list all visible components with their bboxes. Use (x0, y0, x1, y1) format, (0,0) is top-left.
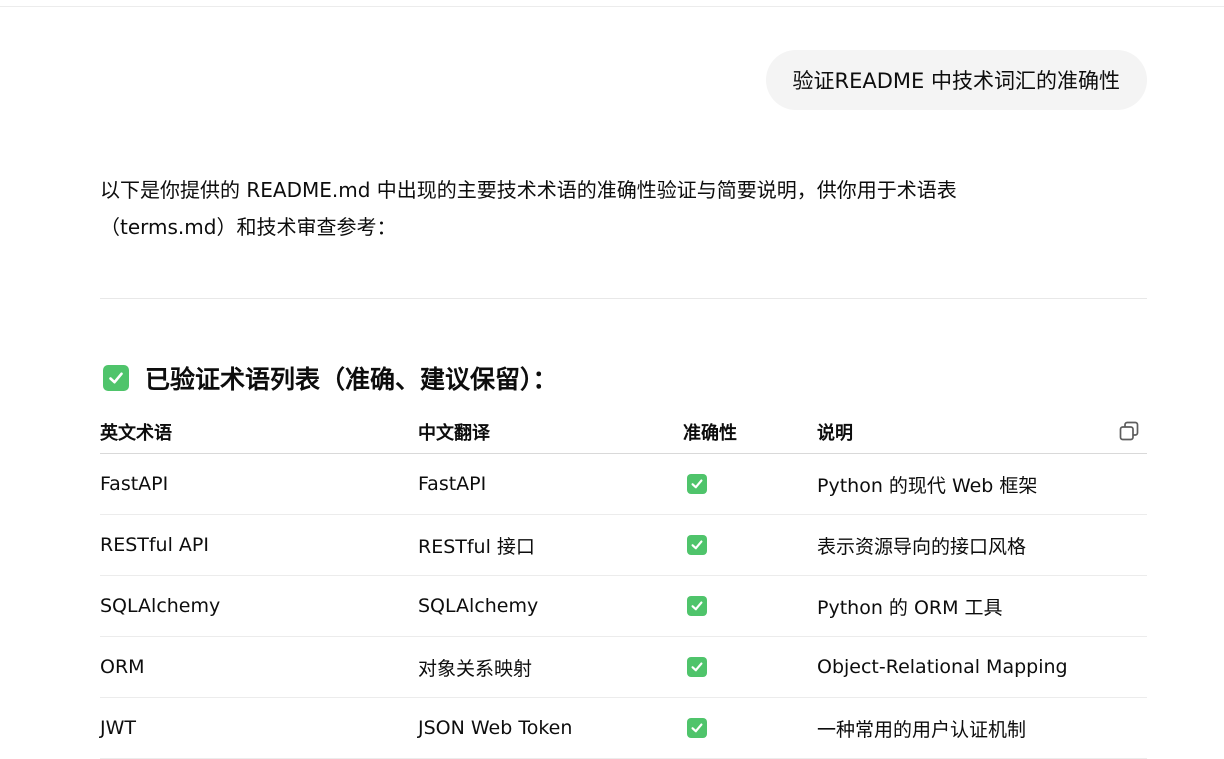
cell-term: JWT (100, 717, 136, 739)
terms-table: 英文术语 中文翻译 准确性 说明 FastAPI FastAPI Python … (100, 410, 1147, 759)
top-divider (0, 6, 1224, 7)
header-english-term: 英文术语 (100, 422, 172, 444)
section-heading: 已验证术语列表（准确、建议保留）： (103, 360, 558, 396)
cell-accuracy (683, 698, 707, 758)
table-header-row: 英文术语 中文翻译 准确性 说明 (100, 410, 1147, 454)
cell-description: 一种常用的用户认证机制 (817, 718, 1027, 741)
user-message-text: 验证README 中技术词汇的准确性 (792, 69, 1120, 93)
cell-accuracy (683, 637, 707, 697)
table-row: ORM 对象关系映射 Object-Relational Mapping (100, 637, 1147, 698)
copy-icon[interactable] (1117, 419, 1141, 443)
table-row: JWT JSON Web Token 一种常用的用户认证机制 (100, 698, 1147, 759)
cell-accuracy (683, 454, 707, 514)
cell-description: Python 的 ORM 工具 (817, 596, 1003, 619)
cell-term: RESTful API (100, 534, 209, 556)
cell-translation: 对象关系映射 (418, 657, 533, 680)
header-description: 说明 (817, 422, 853, 444)
assistant-intro-text: 以下是你提供的 README.md 中出现的主要技术术语的准确性验证与简要说明，… (100, 178, 957, 239)
cell-accuracy (683, 515, 707, 575)
table-row: RESTful API RESTful 接口 表示资源导向的接口风格 (100, 515, 1147, 576)
cell-description: Python 的现代 Web 框架 (817, 474, 1038, 497)
cell-term: FastAPI (100, 473, 169, 495)
check-mark-icon (687, 474, 707, 494)
section-title: 已验证术语列表（准确、建议保留）： (145, 365, 558, 394)
check-mark-icon (687, 718, 707, 738)
cell-accuracy (683, 576, 707, 636)
header-accuracy: 准确性 (683, 422, 737, 444)
check-mark-icon (687, 596, 707, 616)
cell-translation: FastAPI (418, 473, 487, 495)
table-row: SQLAlchemy SQLAlchemy Python 的 ORM 工具 (100, 576, 1147, 637)
cell-translation: JSON Web Token (418, 717, 573, 739)
check-mark-icon (687, 535, 707, 555)
user-message-bubble: 验证README 中技术词汇的准确性 (765, 50, 1147, 110)
table-row: FastAPI FastAPI Python 的现代 Web 框架 (100, 454, 1147, 515)
header-chinese-translation: 中文翻译 (418, 422, 490, 444)
check-mark-icon (687, 657, 707, 677)
cell-translation: SQLAlchemy (418, 595, 539, 617)
cell-description: 表示资源导向的接口风格 (817, 535, 1027, 558)
cell-term: ORM (100, 656, 145, 678)
section-divider (100, 298, 1147, 299)
cell-translation: RESTful 接口 (418, 535, 535, 558)
check-mark-icon (103, 365, 129, 391)
cell-description: Object-Relational Mapping (817, 656, 1068, 678)
cell-term: SQLAlchemy (100, 595, 221, 617)
